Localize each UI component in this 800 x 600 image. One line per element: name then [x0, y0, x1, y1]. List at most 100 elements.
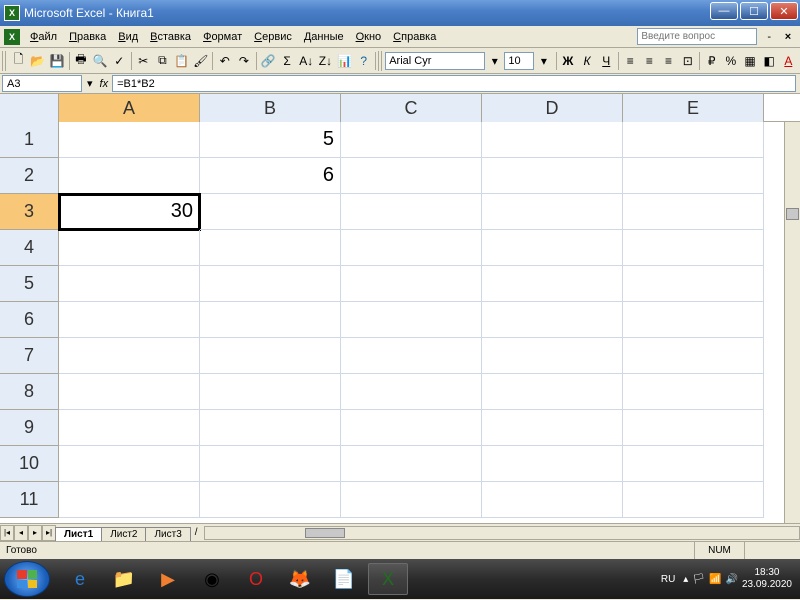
cell-C5[interactable]: [341, 266, 482, 302]
maximize-button[interactable]: ☐: [740, 2, 768, 20]
ie-icon[interactable]: e: [60, 563, 100, 595]
cell-C7[interactable]: [341, 338, 482, 374]
chrome-icon[interactable]: ◉: [192, 563, 232, 595]
clock[interactable]: 18:30 23.09.2020: [742, 567, 792, 591]
cell-B4[interactable]: [200, 230, 341, 266]
borders-icon[interactable]: ▦: [741, 51, 758, 71]
sheet-tab-Лист3[interactable]: Лист3: [145, 527, 190, 541]
cell-A5[interactable]: [59, 266, 200, 302]
select-all-corner[interactable]: [0, 94, 59, 122]
cell-D3[interactable]: [482, 194, 623, 230]
cell-E3[interactable]: [623, 194, 764, 230]
redo-icon[interactable]: ↷: [235, 51, 252, 71]
cell-C6[interactable]: [341, 302, 482, 338]
cell-A10[interactable]: [59, 446, 200, 482]
cell-C3[interactable]: [341, 194, 482, 230]
font-color-icon[interactable]: A: [780, 51, 797, 71]
cell-B5[interactable]: [200, 266, 341, 302]
underline-icon[interactable]: Ч: [598, 51, 615, 71]
media-player-icon[interactable]: ▶: [148, 563, 188, 595]
cell-C11[interactable]: [341, 482, 482, 518]
row-header-3[interactable]: 3: [0, 194, 59, 230]
cell-A1[interactable]: [59, 122, 200, 158]
cell-D7[interactable]: [482, 338, 623, 374]
row-header-4[interactable]: 4: [0, 230, 59, 266]
formula-input[interactable]: [112, 75, 796, 92]
chart-icon[interactable]: 📊: [336, 51, 353, 71]
dropdown-icon[interactable]: ▾: [486, 51, 503, 71]
cell-E8[interactable]: [623, 374, 764, 410]
col-header-E[interactable]: E: [623, 94, 764, 122]
open-icon[interactable]: 📂: [29, 51, 46, 71]
close-button[interactable]: ✕: [770, 2, 798, 20]
next-sheet-button[interactable]: ▸: [28, 525, 42, 541]
cell-E9[interactable]: [623, 410, 764, 446]
new-icon[interactable]: 🗋: [10, 51, 27, 71]
row-header-9[interactable]: 9: [0, 410, 59, 446]
sheet-tab-Лист2[interactable]: Лист2: [101, 527, 146, 541]
vertical-scrollbar[interactable]: [784, 122, 800, 523]
cell-D9[interactable]: [482, 410, 623, 446]
row-header-5[interactable]: 5: [0, 266, 59, 302]
cell-D11[interactable]: [482, 482, 623, 518]
col-header-B[interactable]: B: [200, 94, 341, 122]
name-box[interactable]: [2, 75, 82, 92]
cell-D6[interactable]: [482, 302, 623, 338]
scroll-thumb[interactable]: [786, 208, 799, 220]
cell-C4[interactable]: [341, 230, 482, 266]
menu-вид[interactable]: Вид: [112, 29, 144, 45]
menu-файл[interactable]: Файл: [24, 29, 63, 45]
minimize-button[interactable]: —: [710, 2, 738, 20]
cell-B8[interactable]: [200, 374, 341, 410]
network-icon[interactable]: 📶: [709, 574, 721, 585]
spellcheck-icon[interactable]: ✓: [111, 51, 128, 71]
row-header-10[interactable]: 10: [0, 446, 59, 482]
menu-сервис[interactable]: Сервис: [248, 29, 298, 45]
cell-E1[interactable]: [623, 122, 764, 158]
cell-A2[interactable]: [59, 158, 200, 194]
menu-окно[interactable]: Окно: [350, 29, 388, 45]
col-header-C[interactable]: C: [341, 94, 482, 122]
help-icon[interactable]: ?: [355, 51, 372, 71]
cell-E11[interactable]: [623, 482, 764, 518]
scroll-thumb[interactable]: [305, 528, 345, 538]
prev-sheet-button[interactable]: ◂: [14, 525, 28, 541]
cell-D8[interactable]: [482, 374, 623, 410]
horizontal-scrollbar[interactable]: [204, 526, 800, 540]
cell-C1[interactable]: [341, 122, 482, 158]
cell-A8[interactable]: [59, 374, 200, 410]
merge-icon[interactable]: ⊡: [679, 51, 696, 71]
sort-asc-icon[interactable]: A↓: [298, 51, 315, 71]
bold-icon[interactable]: Ж: [559, 51, 576, 71]
toolbar-grip[interactable]: [2, 51, 7, 71]
menu-справка[interactable]: Справка: [387, 29, 442, 45]
excel-task-icon[interactable]: X: [368, 563, 408, 595]
tray-chevron-icon[interactable]: ▴: [683, 574, 688, 585]
cell-A4[interactable]: [59, 230, 200, 266]
cell-D1[interactable]: [482, 122, 623, 158]
preview-icon[interactable]: 🔍: [92, 51, 109, 71]
menu-вставка[interactable]: Вставка: [144, 29, 197, 45]
align-center-icon[interactable]: ≡: [641, 51, 658, 71]
row-header-11[interactable]: 11: [0, 482, 59, 518]
align-left-icon[interactable]: ≡: [622, 51, 639, 71]
cell-A11[interactable]: [59, 482, 200, 518]
font-name-select[interactable]: [385, 52, 485, 70]
align-right-icon[interactable]: ≡: [660, 51, 677, 71]
cell-E2[interactable]: [623, 158, 764, 194]
cell-B2[interactable]: 6: [200, 158, 341, 194]
percent-icon[interactable]: %: [722, 51, 739, 71]
opera-icon[interactable]: O: [236, 563, 276, 595]
volume-icon[interactable]: 🔊: [725, 574, 737, 585]
cell-B7[interactable]: [200, 338, 341, 374]
cell-B10[interactable]: [200, 446, 341, 482]
row-header-6[interactable]: 6: [0, 302, 59, 338]
first-sheet-button[interactable]: |◂: [0, 525, 14, 541]
cell-E6[interactable]: [623, 302, 764, 338]
cell-A3[interactable]: 30: [59, 194, 200, 230]
cell-D5[interactable]: [482, 266, 623, 302]
language-indicator[interactable]: RU: [657, 572, 679, 587]
cell-C8[interactable]: [341, 374, 482, 410]
cell-C10[interactable]: [341, 446, 482, 482]
flag-icon[interactable]: 🏳: [692, 574, 705, 585]
